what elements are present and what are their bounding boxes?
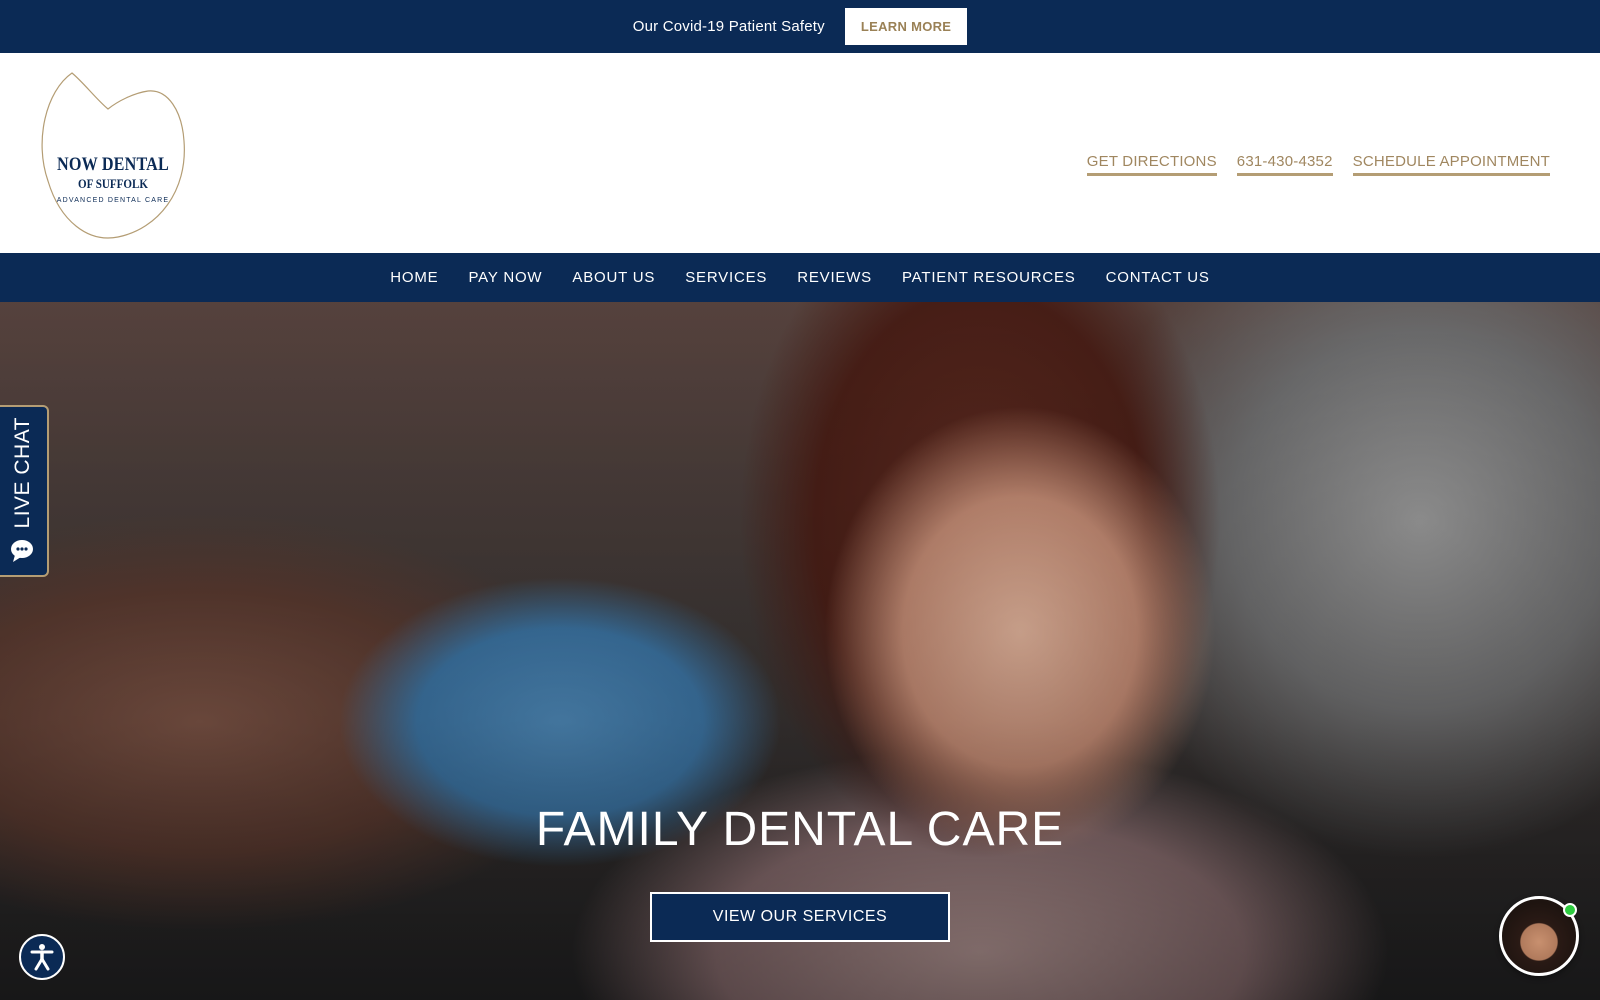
header-links: GET DIRECTIONS 631-430-4352 SCHEDULE APP… xyxy=(1086,153,1550,176)
nav-item-services[interactable]: SERVICES xyxy=(685,269,767,286)
logo-tagline: ADVANCED DENTAL CARE xyxy=(56,197,170,204)
nav-item-home[interactable]: HOME xyxy=(390,269,438,286)
logo-title: NOW DENTAL xyxy=(57,154,169,175)
get-directions-link[interactable]: GET DIRECTIONS xyxy=(1086,153,1217,176)
covid-banner: Our Covid-19 Patient Safety LEARN MORE xyxy=(0,0,1600,53)
hero-title: FAMILY DENTAL CARE xyxy=(535,803,1065,856)
live-chat-tab[interactable]: LIVE CHAT xyxy=(0,405,49,577)
logo[interactable]: NOW DENTAL OF SUFFOLK ADVANCED DENTAL CA… xyxy=(38,71,190,243)
nav-item-contact-us[interactable]: CONTACT US xyxy=(1106,269,1210,286)
covid-banner-text: Our Covid-19 Patient Safety xyxy=(632,18,825,35)
view-services-button[interactable]: VIEW OUR SERVICES xyxy=(650,892,950,942)
nav-item-about-us[interactable]: ABOUT US xyxy=(572,269,655,286)
chat-bubble-icon xyxy=(11,540,33,562)
online-status-dot xyxy=(1563,903,1577,917)
logo-subtitle: OF SUFFOLK xyxy=(78,176,148,191)
live-chat-label: LIVE CHAT xyxy=(11,417,34,529)
accessibility-button[interactable] xyxy=(19,934,65,980)
schedule-appointment-link[interactable]: SCHEDULE APPOINTMENT xyxy=(1352,153,1550,176)
nav-item-pay-now[interactable]: PAY NOW xyxy=(468,269,542,286)
accessibility-icon xyxy=(30,944,54,971)
nav-item-reviews[interactable]: REVIEWS xyxy=(797,269,872,286)
hero-banner: FAMILY DENTAL CARE VIEW OUR SERVICES xyxy=(0,302,1600,1000)
main-nav: HOME PAY NOW ABOUT US SERVICES REVIEWS P… xyxy=(0,253,1600,302)
nav-item-patient-resources[interactable]: PATIENT RESOURCES xyxy=(902,269,1076,286)
site-header: NOW DENTAL OF SUFFOLK ADVANCED DENTAL CA… xyxy=(0,53,1600,253)
learn-more-button[interactable]: LEARN MORE xyxy=(844,8,968,45)
phone-link[interactable]: 631-430-4352 xyxy=(1236,153,1333,176)
